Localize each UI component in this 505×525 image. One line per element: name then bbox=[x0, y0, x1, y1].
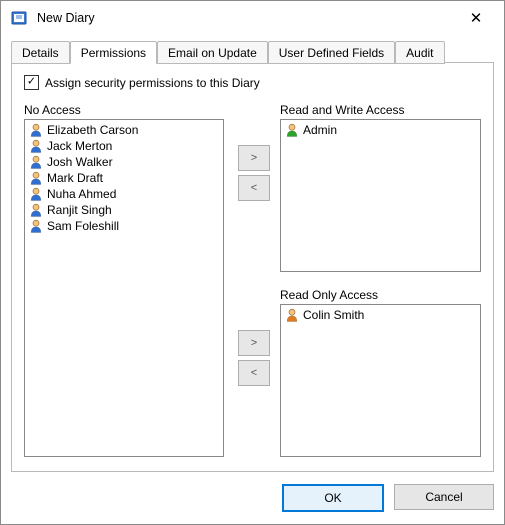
user-icon bbox=[29, 219, 43, 233]
list-item[interactable]: Elizabeth Carson bbox=[27, 122, 221, 138]
user-name: Josh Walker bbox=[47, 155, 113, 169]
chevron-right-icon: > bbox=[251, 152, 257, 164]
user-name: Nuha Ahmed bbox=[47, 187, 116, 201]
diary-icon bbox=[11, 9, 29, 27]
check-icon: ✓ bbox=[27, 77, 36, 88]
content-area: DetailsPermissionsEmail on UpdateUser De… bbox=[11, 39, 494, 514]
dialog-button-row: OK Cancel bbox=[282, 484, 494, 512]
chevron-left-icon: < bbox=[251, 182, 257, 194]
close-icon: ✕ bbox=[470, 9, 483, 27]
user-name: Sam Foleshill bbox=[47, 219, 119, 233]
move-from-readonly-button[interactable]: < bbox=[238, 360, 270, 386]
window-title: New Diary bbox=[37, 11, 456, 25]
list-item[interactable]: Colin Smith bbox=[283, 307, 478, 323]
list-item[interactable]: Josh Walker bbox=[27, 154, 221, 170]
user-icon bbox=[285, 308, 299, 322]
no-access-listbox[interactable]: Elizabeth Carson Jack Merton Josh Walker… bbox=[24, 119, 224, 457]
user-icon bbox=[29, 139, 43, 153]
read-write-label: Read and Write Access bbox=[280, 103, 481, 117]
access-column: Read and Write Access Admin Read Only Ac… bbox=[280, 103, 481, 459]
user-name: Elizabeth Carson bbox=[47, 123, 138, 137]
tab-audit[interactable]: Audit bbox=[395, 41, 444, 64]
dialog-window: New Diary ✕ DetailsPermissionsEmail on U… bbox=[0, 0, 505, 525]
arrow-column: > < > < bbox=[234, 103, 274, 459]
no-access-label: No Access bbox=[24, 103, 224, 117]
ok-button-label: OK bbox=[324, 491, 341, 505]
move-to-readonly-button[interactable]: > bbox=[238, 330, 270, 356]
user-icon bbox=[285, 123, 299, 137]
arrow-group-readwrite: > < bbox=[238, 145, 270, 205]
arrow-group-readonly: > < bbox=[238, 330, 270, 390]
chevron-right-icon: > bbox=[251, 337, 257, 349]
list-item[interactable]: Mark Draft bbox=[27, 170, 221, 186]
read-only-group: Read Only Access Colin Smith bbox=[280, 288, 481, 459]
read-write-group: Read and Write Access Admin bbox=[280, 103, 481, 274]
move-from-readwrite-button[interactable]: < bbox=[238, 175, 270, 201]
list-item[interactable]: Admin bbox=[283, 122, 478, 138]
user-icon bbox=[29, 155, 43, 169]
list-item[interactable]: Nuha Ahmed bbox=[27, 186, 221, 202]
user-name: Ranjit Singh bbox=[47, 203, 112, 217]
tab-email-on-update[interactable]: Email on Update bbox=[157, 41, 268, 64]
permissions-grid: No Access Elizabeth Carson Jack Merton J… bbox=[24, 103, 481, 459]
read-only-label: Read Only Access bbox=[280, 288, 481, 302]
user-icon bbox=[29, 171, 43, 185]
tab-page-permissions: ✓ Assign security permissions to this Di… bbox=[11, 62, 494, 472]
tab-user-defined-fields[interactable]: User Defined Fields bbox=[268, 41, 395, 64]
user-name: Jack Merton bbox=[47, 139, 112, 153]
assign-permissions-label: Assign security permissions to this Diar… bbox=[45, 76, 260, 90]
list-item[interactable]: Jack Merton bbox=[27, 138, 221, 154]
cancel-button[interactable]: Cancel bbox=[394, 484, 494, 510]
tab-strip: DetailsPermissionsEmail on UpdateUser De… bbox=[11, 39, 494, 63]
close-button[interactable]: ✕ bbox=[456, 4, 496, 32]
ok-button[interactable]: OK bbox=[282, 484, 384, 512]
checkbox-box: ✓ bbox=[24, 75, 39, 90]
no-access-column: No Access Elizabeth Carson Jack Merton J… bbox=[24, 103, 224, 459]
list-item[interactable]: Sam Foleshill bbox=[27, 218, 221, 234]
assign-permissions-checkbox[interactable]: ✓ Assign security permissions to this Di… bbox=[24, 75, 481, 90]
tab-details[interactable]: Details bbox=[11, 41, 70, 64]
chevron-left-icon: < bbox=[251, 367, 257, 379]
read-only-listbox[interactable]: Colin Smith bbox=[280, 304, 481, 457]
user-name: Mark Draft bbox=[47, 171, 103, 185]
user-name: Admin bbox=[303, 123, 337, 137]
user-icon bbox=[29, 123, 43, 137]
tab-permissions[interactable]: Permissions bbox=[70, 41, 157, 64]
user-icon bbox=[29, 187, 43, 201]
list-item[interactable]: Ranjit Singh bbox=[27, 202, 221, 218]
read-write-listbox[interactable]: Admin bbox=[280, 119, 481, 272]
user-icon bbox=[29, 203, 43, 217]
user-name: Colin Smith bbox=[303, 308, 364, 322]
move-to-readwrite-button[interactable]: > bbox=[238, 145, 270, 171]
cancel-button-label: Cancel bbox=[425, 490, 462, 504]
title-bar: New Diary ✕ bbox=[1, 1, 504, 35]
